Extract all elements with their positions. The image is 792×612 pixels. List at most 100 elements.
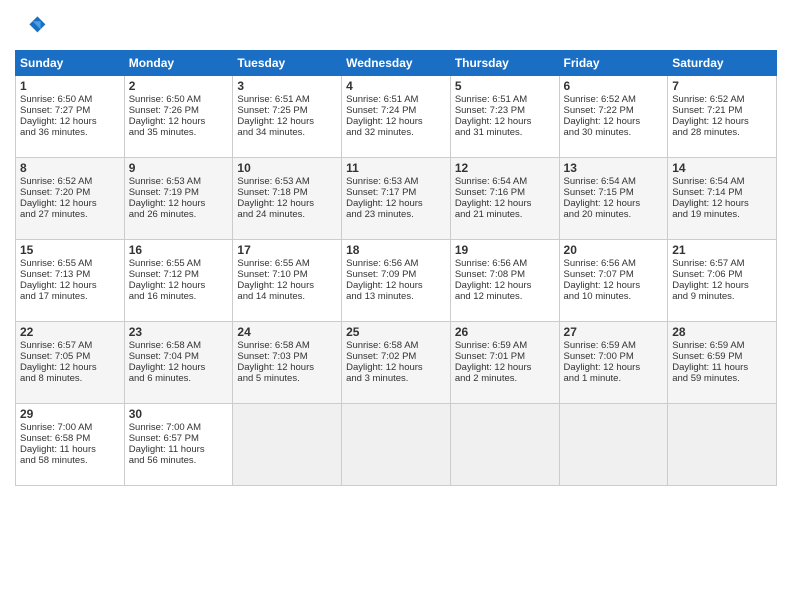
day-cell: 8Sunrise: 6:52 AMSunset: 7:20 PMDaylight… [16,158,125,240]
day-number: 21 [672,243,772,257]
header-cell-sunday: Sunday [16,51,125,76]
day-info-line: and 36 minutes. [20,127,120,138]
day-info-line: Sunrise: 6:51 AM [455,94,555,105]
day-info-line: and 13 minutes. [346,291,446,302]
day-info-line: Daylight: 12 hours [129,116,229,127]
header-cell-wednesday: Wednesday [342,51,451,76]
day-info-line: Sunset: 7:19 PM [129,187,229,198]
day-info-line: Daylight: 12 hours [20,280,120,291]
day-info-line: Sunrise: 6:59 AM [564,340,664,351]
day-cell: 22Sunrise: 6:57 AMSunset: 7:05 PMDayligh… [16,322,125,404]
day-cell: 21Sunrise: 6:57 AMSunset: 7:06 PMDayligh… [668,240,777,322]
day-cell: 2Sunrise: 6:50 AMSunset: 7:26 PMDaylight… [124,76,233,158]
day-info-line: Sunset: 6:57 PM [129,433,229,444]
day-cell: 13Sunrise: 6:54 AMSunset: 7:15 PMDayligh… [559,158,668,240]
day-info-line: Sunset: 7:09 PM [346,269,446,280]
day-info-line: Sunset: 7:10 PM [237,269,337,280]
week-row-3: 15Sunrise: 6:55 AMSunset: 7:13 PMDayligh… [16,240,777,322]
day-info-line: Sunset: 7:00 PM [564,351,664,362]
day-cell: 6Sunrise: 6:52 AMSunset: 7:22 PMDaylight… [559,76,668,158]
day-cell: 19Sunrise: 6:56 AMSunset: 7:08 PMDayligh… [450,240,559,322]
day-info-line: Sunrise: 6:52 AM [564,94,664,105]
day-info-line: Sunrise: 6:51 AM [237,94,337,105]
day-info-line: and 16 minutes. [129,291,229,302]
day-cell: 18Sunrise: 6:56 AMSunset: 7:09 PMDayligh… [342,240,451,322]
day-info-line: and 56 minutes. [129,455,229,466]
day-info-line: Sunrise: 6:58 AM [346,340,446,351]
day-info-line: Sunrise: 6:54 AM [564,176,664,187]
day-cell: 26Sunrise: 6:59 AMSunset: 7:01 PMDayligh… [450,322,559,404]
day-number: 8 [20,161,120,175]
day-cell: 17Sunrise: 6:55 AMSunset: 7:10 PMDayligh… [233,240,342,322]
day-cell: 12Sunrise: 6:54 AMSunset: 7:16 PMDayligh… [450,158,559,240]
day-info-line: and 10 minutes. [564,291,664,302]
day-cell: 11Sunrise: 6:53 AMSunset: 7:17 PMDayligh… [342,158,451,240]
day-info-line: Daylight: 12 hours [346,116,446,127]
day-number: 4 [346,79,446,93]
header [15,10,777,42]
day-info-line: Sunrise: 6:58 AM [237,340,337,351]
day-info-line: Sunset: 7:23 PM [455,105,555,116]
day-cell: 16Sunrise: 6:55 AMSunset: 7:12 PMDayligh… [124,240,233,322]
day-info-line: and 12 minutes. [455,291,555,302]
day-info-line: and 20 minutes. [564,209,664,220]
day-info-line: and 19 minutes. [672,209,772,220]
calendar-table: SundayMondayTuesdayWednesdayThursdayFrid… [15,50,777,486]
day-number: 3 [237,79,337,93]
day-info-line: and 58 minutes. [20,455,120,466]
day-number: 7 [672,79,772,93]
day-number: 6 [564,79,664,93]
day-info-line: Sunset: 7:12 PM [129,269,229,280]
day-info-line: and 3 minutes. [346,373,446,384]
day-number: 12 [455,161,555,175]
day-info-line: Sunrise: 6:59 AM [672,340,772,351]
day-info-line: Sunrise: 6:55 AM [237,258,337,269]
day-info-line: Sunset: 7:15 PM [564,187,664,198]
day-number: 1 [20,79,120,93]
day-number: 30 [129,407,229,421]
header-cell-thursday: Thursday [450,51,559,76]
calendar-body: 1Sunrise: 6:50 AMSunset: 7:27 PMDaylight… [16,76,777,486]
day-info-line: Sunset: 7:08 PM [455,269,555,280]
day-cell: 25Sunrise: 6:58 AMSunset: 7:02 PMDayligh… [342,322,451,404]
day-info-line: Sunset: 7:18 PM [237,187,337,198]
day-info-line: Sunrise: 6:50 AM [20,94,120,105]
day-info-line: Sunset: 7:25 PM [237,105,337,116]
day-cell [233,404,342,486]
day-info-line: and 5 minutes. [237,373,337,384]
day-info-line: Daylight: 12 hours [455,280,555,291]
day-cell: 5Sunrise: 6:51 AMSunset: 7:23 PMDaylight… [450,76,559,158]
day-info-line: Daylight: 12 hours [237,116,337,127]
header-cell-friday: Friday [559,51,668,76]
day-info-line: and 8 minutes. [20,373,120,384]
day-info-line: Sunset: 6:59 PM [672,351,772,362]
day-number: 16 [129,243,229,257]
day-info-line: Sunrise: 6:59 AM [455,340,555,351]
day-number: 29 [20,407,120,421]
day-cell: 9Sunrise: 6:53 AMSunset: 7:19 PMDaylight… [124,158,233,240]
day-info-line: Daylight: 12 hours [455,116,555,127]
day-info-line: Daylight: 12 hours [237,280,337,291]
day-cell: 24Sunrise: 6:58 AMSunset: 7:03 PMDayligh… [233,322,342,404]
day-info-line: and 32 minutes. [346,127,446,138]
day-info-line: Daylight: 12 hours [564,362,664,373]
day-info-line: Sunrise: 6:55 AM [129,258,229,269]
day-info-line: Sunrise: 6:52 AM [672,94,772,105]
day-info-line: Sunset: 7:01 PM [455,351,555,362]
day-cell: 30Sunrise: 7:00 AMSunset: 6:57 PMDayligh… [124,404,233,486]
day-info-line: Sunset: 7:26 PM [129,105,229,116]
day-cell: 14Sunrise: 6:54 AMSunset: 7:14 PMDayligh… [668,158,777,240]
day-info-line: Daylight: 12 hours [346,362,446,373]
day-info-line: Daylight: 12 hours [672,198,772,209]
day-cell: 23Sunrise: 6:58 AMSunset: 7:04 PMDayligh… [124,322,233,404]
day-info-line: Daylight: 12 hours [672,280,772,291]
day-info-line: Sunrise: 6:56 AM [564,258,664,269]
day-info-line: Daylight: 12 hours [237,362,337,373]
header-row: SundayMondayTuesdayWednesdayThursdayFrid… [16,51,777,76]
day-info-line: Sunrise: 6:54 AM [455,176,555,187]
day-info-line: Sunset: 7:14 PM [672,187,772,198]
day-number: 13 [564,161,664,175]
day-info-line: Sunset: 7:07 PM [564,269,664,280]
day-info-line: and 28 minutes. [672,127,772,138]
day-info-line: and 31 minutes. [455,127,555,138]
